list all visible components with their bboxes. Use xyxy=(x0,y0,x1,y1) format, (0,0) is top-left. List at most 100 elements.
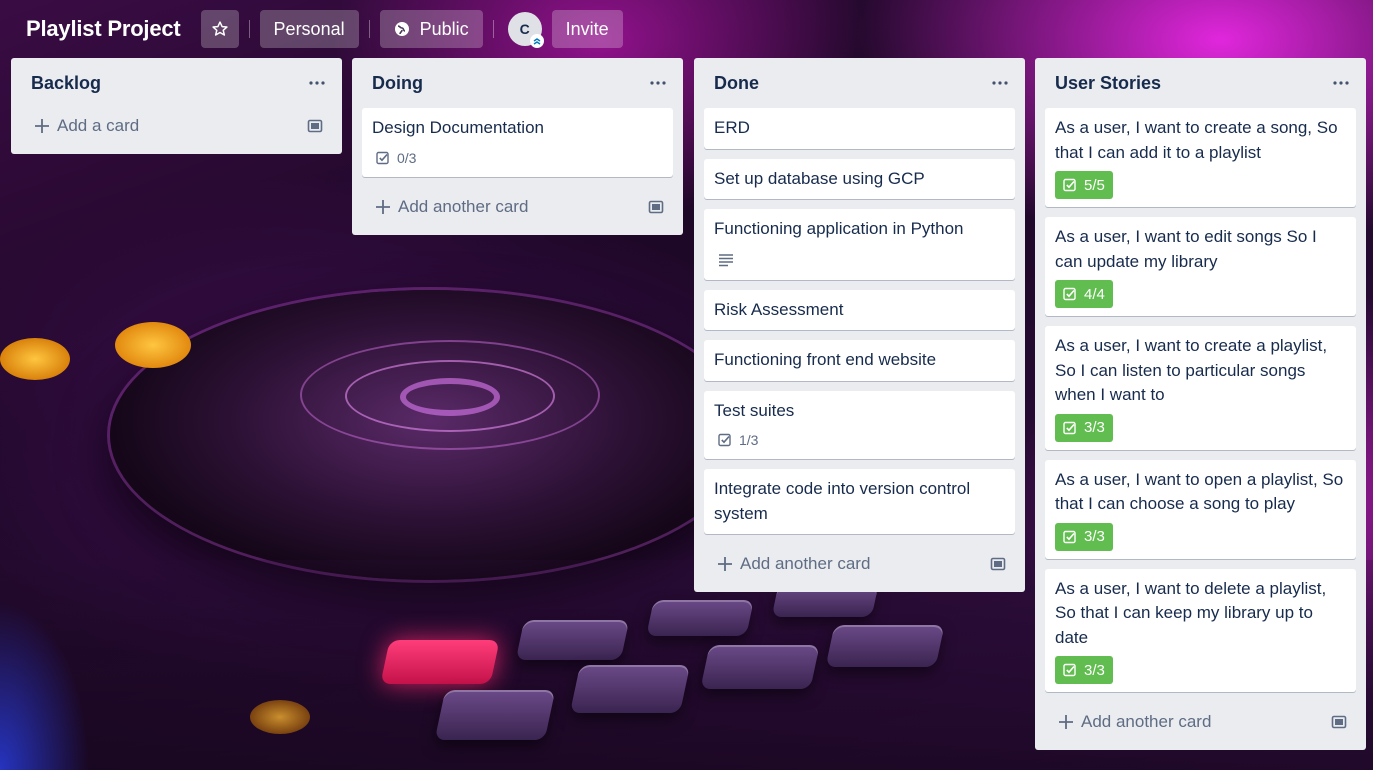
checklist-complete-badge: 5/5 xyxy=(1055,171,1113,199)
checklist-complete-badge: 3/3 xyxy=(1055,522,1113,551)
card-title: Set up database using GCP xyxy=(714,168,925,188)
add-card-left: Add another card xyxy=(1057,712,1211,732)
add-card-label: Add another card xyxy=(398,196,529,216)
list-backlog: Backlog Add a card xyxy=(11,58,342,154)
card-template-icon[interactable] xyxy=(647,198,665,216)
checklist-icon xyxy=(1063,663,1076,677)
card-title: As a user, I want to open a playlist, So… xyxy=(1055,469,1344,514)
checklist-count: 0/3 xyxy=(397,149,417,166)
card[interactable]: As a user, I want to edit songs So I can… xyxy=(1045,217,1356,316)
card-title: As a user, I want to edit songs So I can… xyxy=(1055,227,1317,271)
checklist-icon xyxy=(1063,287,1076,301)
pad xyxy=(825,625,945,667)
card[interactable]: Functioning front end website xyxy=(704,340,1015,381)
orange-knob xyxy=(250,700,310,734)
card-title: Risk Assessment xyxy=(714,299,844,319)
list-done: Done ERD Set up database using GCP Funct… xyxy=(694,58,1025,592)
card[interactable]: Functioning application in Python xyxy=(704,209,1015,280)
checklist-complete-badge: 4/4 xyxy=(1055,280,1113,308)
add-card-label: Add another card xyxy=(1081,712,1212,731)
checklist-icon xyxy=(1063,421,1076,434)
card-template-icon[interactable] xyxy=(1330,713,1348,731)
list-menu-icon[interactable] xyxy=(647,72,669,94)
card-title: As a user, I want to create a playlist, … xyxy=(1055,336,1328,404)
card-badges: 4/4 xyxy=(1055,280,1346,308)
pad xyxy=(434,690,556,740)
checklist-icon xyxy=(376,151,389,164)
checklist-count: 3/3 xyxy=(1084,661,1105,679)
checklist-icon xyxy=(1063,178,1076,192)
add-card-button[interactable]: Add a card xyxy=(21,106,332,146)
list-header: Doing xyxy=(362,58,673,108)
blue-glow xyxy=(0,600,90,770)
card-title: Functioning front end website xyxy=(714,350,937,369)
list-menu-icon[interactable] xyxy=(1330,72,1352,94)
card-template-icon[interactable] xyxy=(306,117,324,135)
header-divider xyxy=(492,20,494,38)
avatar-initial: C xyxy=(519,21,530,37)
admin-chevron-icon xyxy=(529,34,544,48)
checklist-count: 1/3 xyxy=(739,432,759,448)
card[interactable]: Set up database using GCP xyxy=(704,158,1015,199)
checklist-complete-badge: 3/3 xyxy=(1055,413,1113,442)
list-user-stories: User Stories As a user, I want to create… xyxy=(1035,58,1366,750)
list-title[interactable]: User Stories xyxy=(1055,73,1161,94)
card[interactable]: Risk Assessment xyxy=(704,289,1015,330)
list-header: Backlog xyxy=(21,58,332,108)
card-title: Integrate code into version control syst… xyxy=(714,479,971,523)
add-card-button[interactable]: Add another card xyxy=(362,187,673,227)
card-title: Design Documentation xyxy=(372,118,544,137)
card[interactable]: As a user, I want to create a playlist, … xyxy=(1045,326,1356,450)
plus-icon xyxy=(35,119,49,133)
add-card-left: Add another card xyxy=(374,197,528,217)
list-title[interactable]: Done xyxy=(714,73,759,94)
star-button[interactable] xyxy=(200,10,239,48)
add-card-label: Add another card xyxy=(740,554,871,573)
card[interactable]: As a user, I want to delete a playlist, … xyxy=(1045,568,1356,692)
description-icon xyxy=(719,253,733,266)
card-badges: 5/5 xyxy=(1055,171,1346,199)
card-badges: 3/3 xyxy=(1055,522,1346,551)
header-divider xyxy=(248,20,250,38)
jog-ring-inner xyxy=(400,378,500,416)
checklist-badge: 1/3 xyxy=(714,429,762,451)
list-header: User Stories xyxy=(1045,58,1356,108)
invite-button[interactable]: Invite xyxy=(551,10,623,48)
hot-pad xyxy=(380,640,500,684)
board-header: Playlist Project Personal Public C Invit… xyxy=(0,0,1373,58)
card-title: As a user, I want to delete a playlist, … xyxy=(1055,578,1327,647)
checklist-count: 5/5 xyxy=(1084,176,1105,194)
list-menu-icon[interactable] xyxy=(306,72,328,94)
card[interactable]: As a user, I want to create a song, So t… xyxy=(1045,108,1356,207)
card[interactable]: As a user, I want to open a playlist, So… xyxy=(1045,459,1356,559)
plus-icon xyxy=(376,199,390,214)
checklist-icon xyxy=(718,433,731,447)
list-menu-icon[interactable] xyxy=(989,72,1011,94)
star-icon xyxy=(211,21,228,36)
board-title[interactable]: Playlist Project xyxy=(14,16,193,42)
list-title[interactable]: Doing xyxy=(372,73,423,94)
visibility-label: Public xyxy=(419,18,469,39)
visibility-button[interactable]: Public xyxy=(379,10,483,48)
card[interactable]: Design Documentation 0/3 xyxy=(362,108,673,177)
card-badges: 3/3 xyxy=(1055,413,1346,442)
card-badges: 1/3 xyxy=(714,429,1005,451)
add-card-button[interactable]: Add another card xyxy=(704,544,1015,584)
card[interactable]: Integrate code into version control syst… xyxy=(704,469,1015,534)
member-avatar[interactable]: C xyxy=(507,12,544,48)
card-badges xyxy=(714,248,1005,272)
orange-knob xyxy=(115,322,191,368)
list-title[interactable]: Backlog xyxy=(31,73,101,94)
pad xyxy=(569,665,691,713)
card[interactable]: ERD xyxy=(704,108,1015,149)
globe-icon xyxy=(394,22,409,36)
add-card-button[interactable]: Add another card xyxy=(1045,702,1356,742)
orange-knob xyxy=(0,338,70,380)
workspace-button[interactable]: Personal xyxy=(259,10,359,48)
list-doing: Doing Design Documentation 0/3 Add anoth… xyxy=(352,58,683,235)
card-badges: 3/3 xyxy=(1055,656,1346,684)
card-title: As a user, I want to create a song, So t… xyxy=(1055,118,1338,162)
add-card-left: Add another card xyxy=(716,554,870,574)
card-template-icon[interactable] xyxy=(989,555,1007,573)
card[interactable]: Test suites 1/3 xyxy=(704,390,1015,459)
